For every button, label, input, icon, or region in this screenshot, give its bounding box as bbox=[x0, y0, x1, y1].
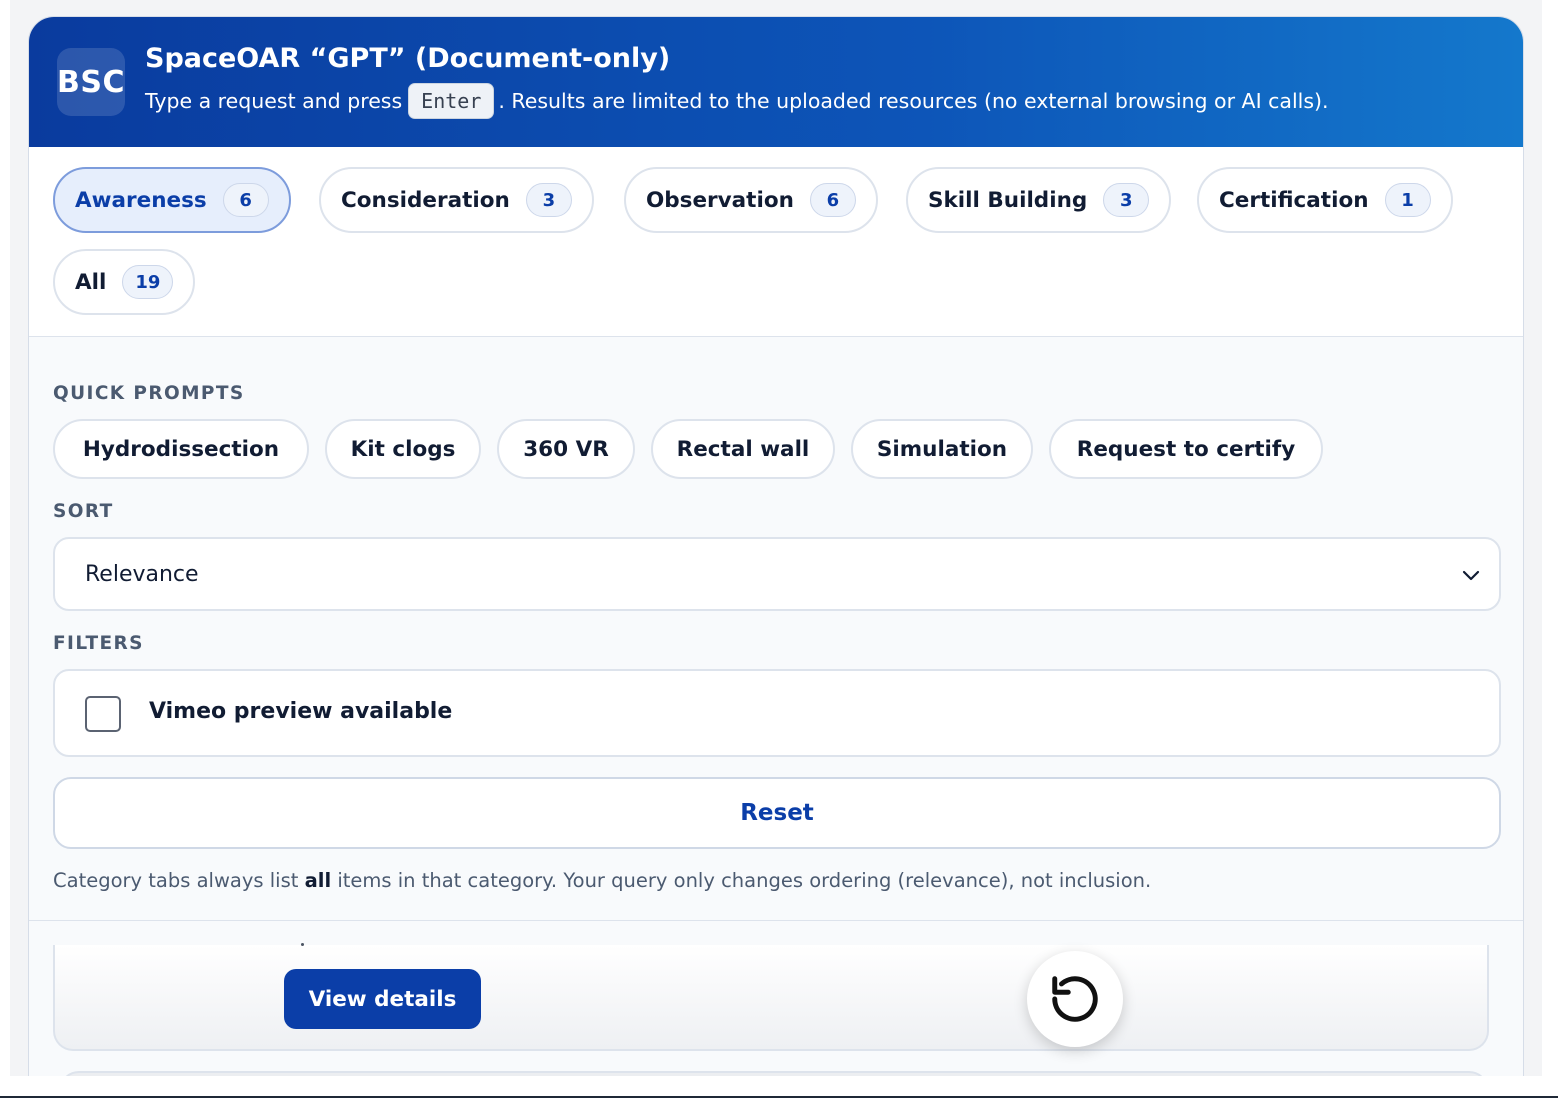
quick-prompt-hydrodissection[interactable]: Hydrodissection bbox=[53, 419, 309, 479]
sort-selected-value: Relevance bbox=[85, 561, 199, 587]
tab-certification[interactable]: Certification 1 bbox=[1197, 167, 1453, 233]
refresh-fab[interactable] bbox=[1027, 951, 1123, 1047]
card-text-fragment bbox=[301, 943, 304, 946]
sort-select[interactable]: Relevance bbox=[53, 537, 1501, 611]
app-title: SpaceOAR “GPT” (Document-only) bbox=[145, 43, 671, 74]
tab-label: Consideration bbox=[341, 187, 510, 213]
window-bottom-edge bbox=[0, 1096, 1558, 1098]
app-window: BSC SpaceOAR “GPT” (Document-only) Type … bbox=[28, 16, 1524, 1076]
browser-viewport: BSC SpaceOAR “GPT” (Document-only) Type … bbox=[10, 0, 1542, 1076]
note-text-start: Category tabs always list bbox=[53, 869, 305, 892]
quick-prompt-360-vr[interactable]: 360 VR bbox=[497, 419, 635, 479]
tab-count-badge: 6 bbox=[222, 183, 269, 217]
reset-button[interactable]: Reset bbox=[53, 777, 1501, 849]
vimeo-preview-checkbox[interactable] bbox=[85, 696, 121, 732]
quick-prompt-request-to-certify[interactable]: Request to certify bbox=[1049, 419, 1323, 479]
tab-all[interactable]: All 19 bbox=[53, 249, 196, 315]
chevron-down-icon bbox=[1462, 570, 1480, 581]
filter-vimeo-preview[interactable]: Vimeo preview available bbox=[53, 669, 1501, 757]
view-details-button[interactable]: View details bbox=[284, 969, 481, 1029]
rotate-ccw-icon bbox=[1052, 976, 1098, 1022]
quick-prompt-kit-clogs[interactable]: Kit clogs bbox=[325, 419, 481, 479]
section-divider bbox=[29, 920, 1523, 921]
tab-awareness[interactable]: Awareness 6 bbox=[53, 167, 291, 233]
tab-count-badge: 3 bbox=[525, 183, 572, 217]
tab-skill-building[interactable]: Skill Building 3 bbox=[906, 167, 1172, 233]
tab-observation[interactable]: Observation 6 bbox=[624, 167, 878, 233]
vimeo-preview-label: Vimeo preview available bbox=[149, 699, 453, 724]
result-card bbox=[53, 945, 1489, 1051]
quick-prompt-rectal-wall[interactable]: Rectal wall bbox=[651, 419, 835, 479]
app-header: BSC SpaceOAR “GPT” (Document-only) Type … bbox=[29, 17, 1523, 147]
note-emphasis: all bbox=[304, 869, 332, 892]
filters-label: FILTERS bbox=[53, 633, 144, 654]
subtitle-text-start: Type a request and press bbox=[145, 89, 403, 113]
tab-count-badge: 19 bbox=[122, 265, 174, 299]
brand-logo: BSC bbox=[57, 48, 125, 116]
tab-consideration[interactable]: Consideration 3 bbox=[319, 167, 594, 233]
tab-label: Observation bbox=[646, 187, 794, 213]
quick-prompts-label: QUICK PROMPTS bbox=[53, 383, 245, 404]
tab-label: Certification bbox=[1219, 187, 1369, 213]
tab-label: Skill Building bbox=[928, 187, 1088, 213]
tab-count-badge: 6 bbox=[809, 183, 856, 217]
tab-count-badge: 3 bbox=[1103, 183, 1150, 217]
category-tabs: Awareness 6 Consideration 3 Observation … bbox=[29, 147, 1523, 337]
category-note: Category tabs always list all items in t… bbox=[53, 869, 1151, 892]
app-subtitle: Type a request and press Enter . Results… bbox=[145, 83, 1329, 119]
quick-prompt-simulation[interactable]: Simulation bbox=[851, 419, 1033, 479]
tab-count-badge: 1 bbox=[1384, 183, 1431, 217]
note-text-end: items in that category. Your query only … bbox=[331, 869, 1152, 892]
subtitle-text-end: . Results are limited to the uploaded re… bbox=[498, 89, 1329, 113]
enter-key-hint: Enter bbox=[408, 83, 495, 119]
sort-label: SORT bbox=[53, 501, 114, 522]
tab-label: Awareness bbox=[75, 187, 207, 213]
result-card-next bbox=[59, 1071, 1489, 1076]
tab-label: All bbox=[75, 269, 107, 295]
